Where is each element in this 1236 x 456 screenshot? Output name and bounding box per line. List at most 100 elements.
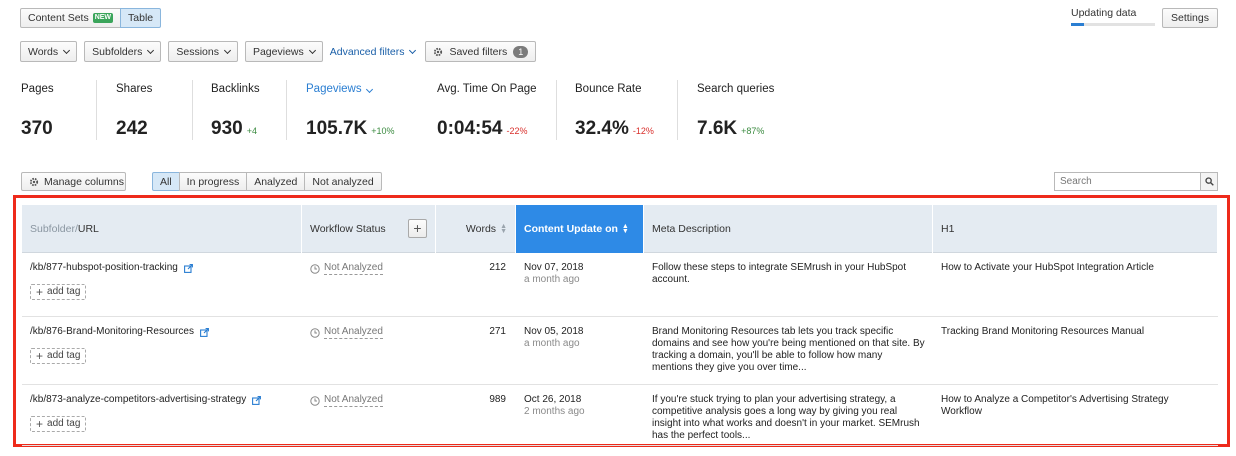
filters-bar: Words Subfolders Sessions Pageviews Adva… xyxy=(20,41,543,62)
url-link[interactable]: /kb/873-analyze-competitors-advertising-… xyxy=(30,394,246,406)
url-link[interactable]: /kb/877-hubspot-position-tracking xyxy=(30,262,178,274)
metric-label: Avg. Time On Page xyxy=(437,83,537,95)
add-tag-button[interactable]: + add tag xyxy=(30,416,87,432)
content-sets-label: Content Sets xyxy=(28,12,89,24)
update-relative: a month ago xyxy=(524,338,580,349)
column-header-workflow-status: Workflow Status + xyxy=(302,205,436,253)
words-cell: 271 xyxy=(489,326,506,337)
workflow-status[interactable]: Not Analyzed xyxy=(310,262,428,275)
metric-value: 370 xyxy=(21,118,53,139)
workflow-cell: Not Analyzed xyxy=(302,317,436,384)
metric-divider xyxy=(96,80,97,140)
metric-shares: Shares 242 xyxy=(116,83,152,139)
metric-pageviews[interactable]: Pageviews 105.7K +10% xyxy=(306,83,395,139)
meta-description-cell: Brand Monitoring Resources tab lets you … xyxy=(652,326,925,373)
metric-label: Bounce Rate xyxy=(575,83,642,95)
tab-not-analyzed[interactable]: Not analyzed xyxy=(304,172,382,191)
table-row: /kb/876-Brand-Monitoring-Resources + add … xyxy=(22,317,1218,385)
search-box xyxy=(1054,172,1218,191)
words-cell: 989 xyxy=(489,394,506,405)
add-tag-button[interactable]: + add tag xyxy=(30,348,87,364)
workflow-status-label: Not Analyzed xyxy=(324,326,383,339)
add-column-button[interactable]: + xyxy=(408,219,427,238)
metric-label: Shares xyxy=(116,83,153,95)
chevron-down-icon xyxy=(147,46,155,54)
metric-label: Search queries xyxy=(697,83,775,95)
external-link-icon[interactable] xyxy=(200,327,209,337)
subfolders-filter[interactable]: Subfolders xyxy=(84,41,162,62)
tab-in-progress[interactable]: In progress xyxy=(178,172,248,191)
saved-filters-button[interactable]: Saved filters 1 xyxy=(425,41,537,62)
metric-avg-time: Avg. Time On Page 0:04:54 -22% xyxy=(437,83,537,139)
metric-backlinks: Backlinks 930 +4 xyxy=(211,83,260,139)
metric-value: 0:04:54 xyxy=(437,118,503,139)
workflow-cell: Not Analyzed xyxy=(302,253,436,316)
advanced-filters-label: Advanced filters xyxy=(329,45,405,58)
workflow-cell: Not Analyzed xyxy=(302,385,436,445)
saved-filters-count: 1 xyxy=(513,45,529,58)
workflow-status-label: Not Analyzed xyxy=(324,262,383,275)
content-update-header-label: Content Update on xyxy=(524,223,618,235)
workflow-status-label: Not Analyzed xyxy=(324,394,383,407)
chevron-down-icon xyxy=(409,46,417,54)
tab-analyzed[interactable]: Analyzed xyxy=(246,172,306,191)
gear-icon xyxy=(29,177,39,187)
workflow-status[interactable]: Not Analyzed xyxy=(310,326,428,339)
advanced-filters-link[interactable]: Advanced filters xyxy=(329,45,417,58)
subfolder-header-label[interactable]: Subfolder/ xyxy=(30,223,78,235)
metric-value: 242 xyxy=(116,118,148,139)
metric-value: 32.4% xyxy=(575,118,629,139)
sort-icon: ▲ ▼ xyxy=(621,223,629,235)
update-progress-bar xyxy=(1071,23,1155,26)
add-tag-button[interactable]: + add tag xyxy=(30,284,87,300)
update-date: Nov 07, 2018 xyxy=(524,262,584,273)
metric-divider xyxy=(192,80,193,140)
url-header-label[interactable]: URL xyxy=(78,223,99,235)
pageviews-filter[interactable]: Pageviews xyxy=(244,41,323,62)
external-link-icon[interactable] xyxy=(183,263,193,273)
metric-label: Pages xyxy=(21,83,54,95)
search-icon xyxy=(1204,177,1214,186)
table-row: /kb/877-hubspot-position-tracking + add t… xyxy=(22,253,1218,317)
workflow-status[interactable]: Not Analyzed xyxy=(310,394,428,407)
content-sets-button[interactable]: Content Sets NEW xyxy=(20,8,122,28)
update-date: Oct 26, 2018 xyxy=(524,394,582,405)
words-filter-label: Words xyxy=(28,45,59,58)
h1-cell: How to Analyze a Competitor's Advertisin… xyxy=(941,394,1169,417)
status-tabs: All In progress Analyzed Not analyzed xyxy=(152,172,382,191)
metric-delta: -12% xyxy=(632,126,654,136)
column-header-h1: H1 xyxy=(933,205,1218,253)
settings-button[interactable]: Settings xyxy=(1162,8,1218,28)
search-input[interactable] xyxy=(1055,173,1200,190)
words-header-label: Words xyxy=(465,223,497,235)
column-header-content-update[interactable]: Content Update on ▲ ▼ xyxy=(516,205,644,253)
table-header: Subfolder/URL Workflow Status + Words ▲ ▼… xyxy=(22,205,1218,253)
content-update-cell: Oct 26, 2018 2 months ago xyxy=(516,385,644,445)
metric-value: 930 xyxy=(211,118,243,139)
column-header-subfolder-url[interactable]: Subfolder/URL xyxy=(22,205,302,253)
clock-icon xyxy=(310,395,320,406)
sort-icon: ▲ ▼ xyxy=(500,223,507,235)
tab-all[interactable]: All xyxy=(152,172,180,191)
metric-label: Backlinks xyxy=(211,83,260,95)
chevron-down-icon xyxy=(63,46,71,54)
metric-search-queries: Search queries 7.6K +87% xyxy=(697,83,774,139)
saved-filters-label: Saved filters xyxy=(449,45,508,58)
table-view-button[interactable]: Table xyxy=(120,8,162,28)
meta-description-cell: Follow these steps to integrate SEMrush … xyxy=(652,262,907,285)
manage-columns-button[interactable]: Manage columns xyxy=(21,172,126,191)
plus-icon: + xyxy=(36,349,44,363)
external-link-icon[interactable] xyxy=(252,395,262,405)
url-link[interactable]: /kb/876-Brand-Monitoring-Resources xyxy=(30,326,194,338)
h1-header-label: H1 xyxy=(941,223,955,235)
metric-pages: Pages 370 xyxy=(21,83,54,139)
metric-label-wrap: Pageviews xyxy=(306,83,373,97)
column-header-words[interactable]: Words ▲ ▼ xyxy=(436,205,516,253)
gear-icon xyxy=(433,47,443,57)
metric-divider xyxy=(677,80,678,140)
words-filter[interactable]: Words xyxy=(20,41,78,62)
metric-label: Pageviews xyxy=(306,83,362,95)
metric-delta: -22% xyxy=(506,126,528,136)
sessions-filter[interactable]: Sessions xyxy=(168,41,238,62)
search-button[interactable] xyxy=(1200,173,1217,190)
